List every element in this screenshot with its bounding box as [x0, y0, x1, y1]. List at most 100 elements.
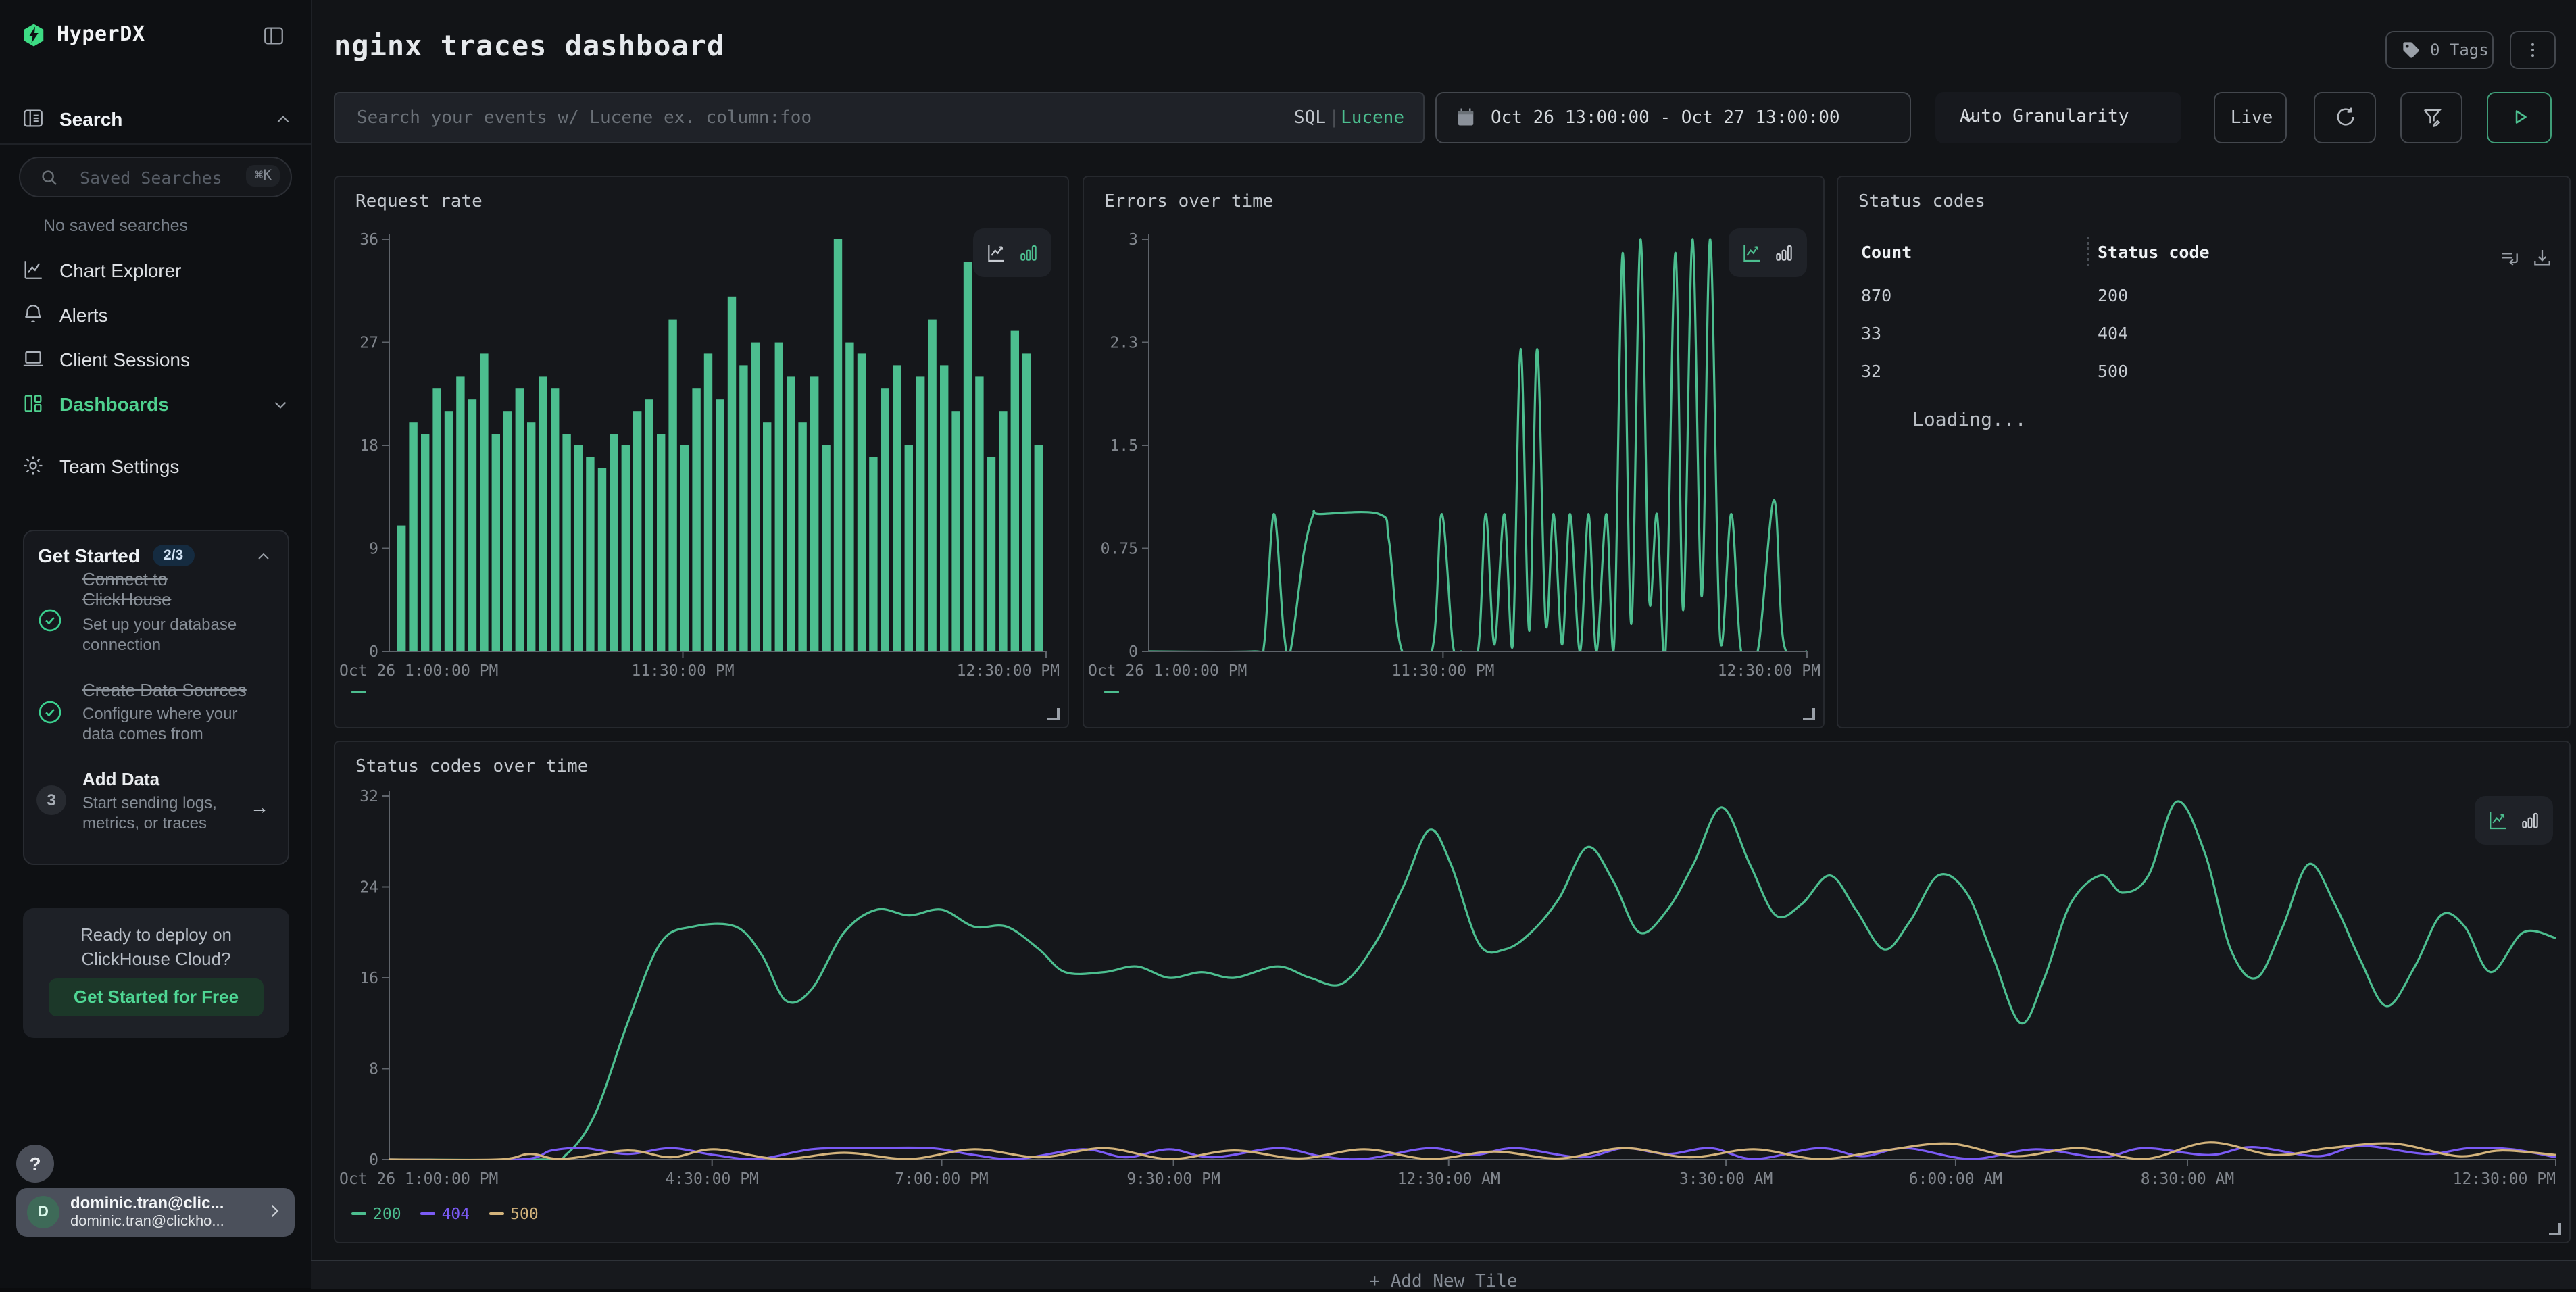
cell-count: 33: [1861, 323, 1881, 343]
step-title[interactable]: Create Data Sources: [82, 680, 285, 700]
legend-swatch: [489, 1212, 503, 1215]
chevron-up-icon[interactable]: [255, 549, 272, 565]
chart-type-toggle: [1729, 228, 1807, 277]
run-query-button[interactable]: [2487, 92, 2552, 143]
filters-button[interactable]: [2400, 92, 2462, 143]
errors-chart[interactable]: 00.751.52.33Oct 26 1:00:00 PM11:30:00 PM…: [1084, 177, 1826, 730]
help-button[interactable]: ?: [16, 1145, 54, 1183]
tile-title: Request rate: [355, 192, 482, 212]
step-title[interactable]: Connect to ClickHouse: [82, 569, 255, 610]
mode-divider: |: [1329, 108, 1339, 128]
bar-chart-icon[interactable]: [1018, 242, 1039, 264]
legend-item[interactable]: [351, 691, 366, 693]
tags-button[interactable]: 0 Tags: [2385, 31, 2494, 69]
cell-status-code: 500: [2098, 361, 2128, 381]
status-codes-over-time-chart[interactable]: 08162432Oct 26 1:00:00 PM4:30:00 PM7:00:…: [335, 742, 2572, 1245]
chevron-up-icon[interactable]: [274, 111, 292, 128]
line-chart-icon[interactable]: [2487, 810, 2508, 831]
date-range-picker[interactable]: Oct 26 13:00:00 - Oct 27 13:00:00: [1435, 92, 1911, 143]
event-search-input[interactable]: Search your events w/ Lucene ex. column:…: [334, 92, 1425, 143]
sidebar-item-search[interactable]: Search: [0, 100, 311, 138]
chart-type-toggle: [973, 228, 1051, 277]
check-circle-icon: [36, 607, 64, 634]
svg-text:12:30:00 PM: 12:30:00 PM: [1718, 662, 1820, 680]
tile-errors-over-time: Errors over time 00.751.52.33Oct 26 1:00…: [1083, 176, 1825, 728]
tile-title: Status codes over time: [355, 757, 588, 777]
column-header-count[interactable]: Count: [1861, 242, 1912, 262]
bell-icon: [22, 303, 45, 326]
sidebar-item-dashboards[interactable]: Dashboards: [0, 385, 311, 423]
request-rate-chart[interactable]: 09182736Oct 26 1:00:00 PM11:30:00 PM12:3…: [335, 177, 1070, 730]
resize-handle[interactable]: [1047, 708, 1060, 720]
get-started-free-button[interactable]: Get Started for Free: [49, 978, 264, 1016]
no-saved-searches-text: No saved searches: [43, 216, 188, 235]
granularity-select[interactable]: Auto Granularity: [1935, 92, 2181, 143]
line-chart-icon[interactable]: [985, 242, 1007, 264]
hyperdx-logo-icon: [22, 23, 46, 47]
bar-chart-icon[interactable]: [1773, 242, 1795, 264]
arrow-right-icon[interactable]: →: [250, 796, 269, 818]
cloud-card-line2: ClickHouse Cloud?: [23, 949, 289, 969]
chevron-right-icon: [265, 1201, 284, 1220]
sidebar-item-client-sessions[interactable]: Client Sessions: [0, 341, 311, 378]
cell-count: 870: [1861, 285, 1891, 305]
sql-mode-toggle[interactable]: SQL: [1294, 108, 1326, 128]
resize-handle[interactable]: [1803, 708, 1815, 720]
svg-text:3: 3: [1129, 231, 1138, 249]
saved-searches-input[interactable]: Saved Searches ⌘K: [19, 157, 292, 197]
column-divider[interactable]: [2087, 237, 2089, 266]
progress-badge: 2/3: [153, 545, 194, 566]
collapse-sidebar-icon[interactable]: [262, 24, 285, 47]
step-desc: Set up your database connection: [82, 615, 258, 654]
svg-text:12:30:00 PM: 12:30:00 PM: [957, 662, 1060, 680]
brand-name: HyperDX: [57, 22, 145, 46]
bar-chart-icon[interactable]: [2519, 810, 2541, 831]
svg-text:2.3: 2.3: [1110, 334, 1138, 352]
chart-legend: [1104, 691, 1119, 693]
download-icon[interactable]: [2531, 247, 2553, 269]
line-chart-icon: [22, 258, 45, 281]
avatar: D: [27, 1196, 59, 1228]
svg-text:32: 32: [360, 788, 378, 805]
chevron-down-icon[interactable]: [272, 396, 289, 414]
dashboards-icon: [22, 392, 45, 415]
sort-rows-icon[interactable]: [2499, 247, 2521, 269]
dashboard-menu-button[interactable]: [2510, 31, 2556, 69]
line-chart-icon[interactable]: [1741, 242, 1762, 264]
check-circle-icon: [36, 699, 64, 726]
cell-count: 32: [1861, 361, 1881, 381]
sidebar-item-chart-explorer[interactable]: Chart Explorer: [0, 251, 311, 289]
page-title: nginx traces dashboard: [334, 30, 724, 62]
legend-item[interactable]: [1104, 691, 1119, 693]
user-name: dominic.tran@clic...: [70, 1193, 224, 1212]
legend-swatch: [1104, 691, 1119, 693]
svg-text:18: 18: [360, 437, 378, 455]
resize-handle[interactable]: [2549, 1223, 2561, 1235]
svg-text:8:30:00 AM: 8:30:00 AM: [2141, 1170, 2234, 1188]
live-button[interactable]: Live: [2214, 92, 2287, 143]
add-new-tile-button[interactable]: + Add New Tile: [311, 1260, 2576, 1289]
legend-label: 200: [373, 1204, 401, 1223]
svg-text:6:00:00 AM: 6:00:00 AM: [1909, 1170, 2002, 1188]
sidebar-item-alerts[interactable]: Alerts: [0, 296, 311, 334]
svg-text:11:30:00 PM: 11:30:00 PM: [631, 662, 734, 680]
search-list-icon: [22, 107, 45, 130]
sidebar-item-team-settings[interactable]: Team Settings: [0, 447, 311, 485]
legend-item[interactable]: 500: [489, 1204, 539, 1223]
user-menu[interactable]: D dominic.tran@clic... dominic.tran@clic…: [16, 1188, 295, 1237]
svg-text:12:30:00 PM: 12:30:00 PM: [2453, 1170, 2556, 1188]
svg-text:24: 24: [360, 879, 378, 897]
svg-text:0: 0: [369, 1151, 378, 1169]
legend-item[interactable]: 404: [420, 1204, 470, 1223]
gear-icon: [22, 454, 45, 477]
filter-icon: [2420, 105, 2443, 128]
svg-text:8: 8: [369, 1061, 378, 1078]
step-title[interactable]: Add Data: [82, 769, 245, 789]
get-started-card: Get Started 2/3 Connect to ClickHouse Se…: [23, 530, 289, 865]
column-header-status-code[interactable]: Status code: [2098, 242, 2210, 262]
sidebar-item-label: Search: [59, 108, 122, 130]
refresh-button[interactable]: [2314, 92, 2376, 143]
vertical-dots-icon: [2523, 41, 2542, 59]
legend-item[interactable]: 200: [351, 1204, 401, 1223]
lucene-mode-toggle[interactable]: Lucene: [1341, 108, 1404, 128]
